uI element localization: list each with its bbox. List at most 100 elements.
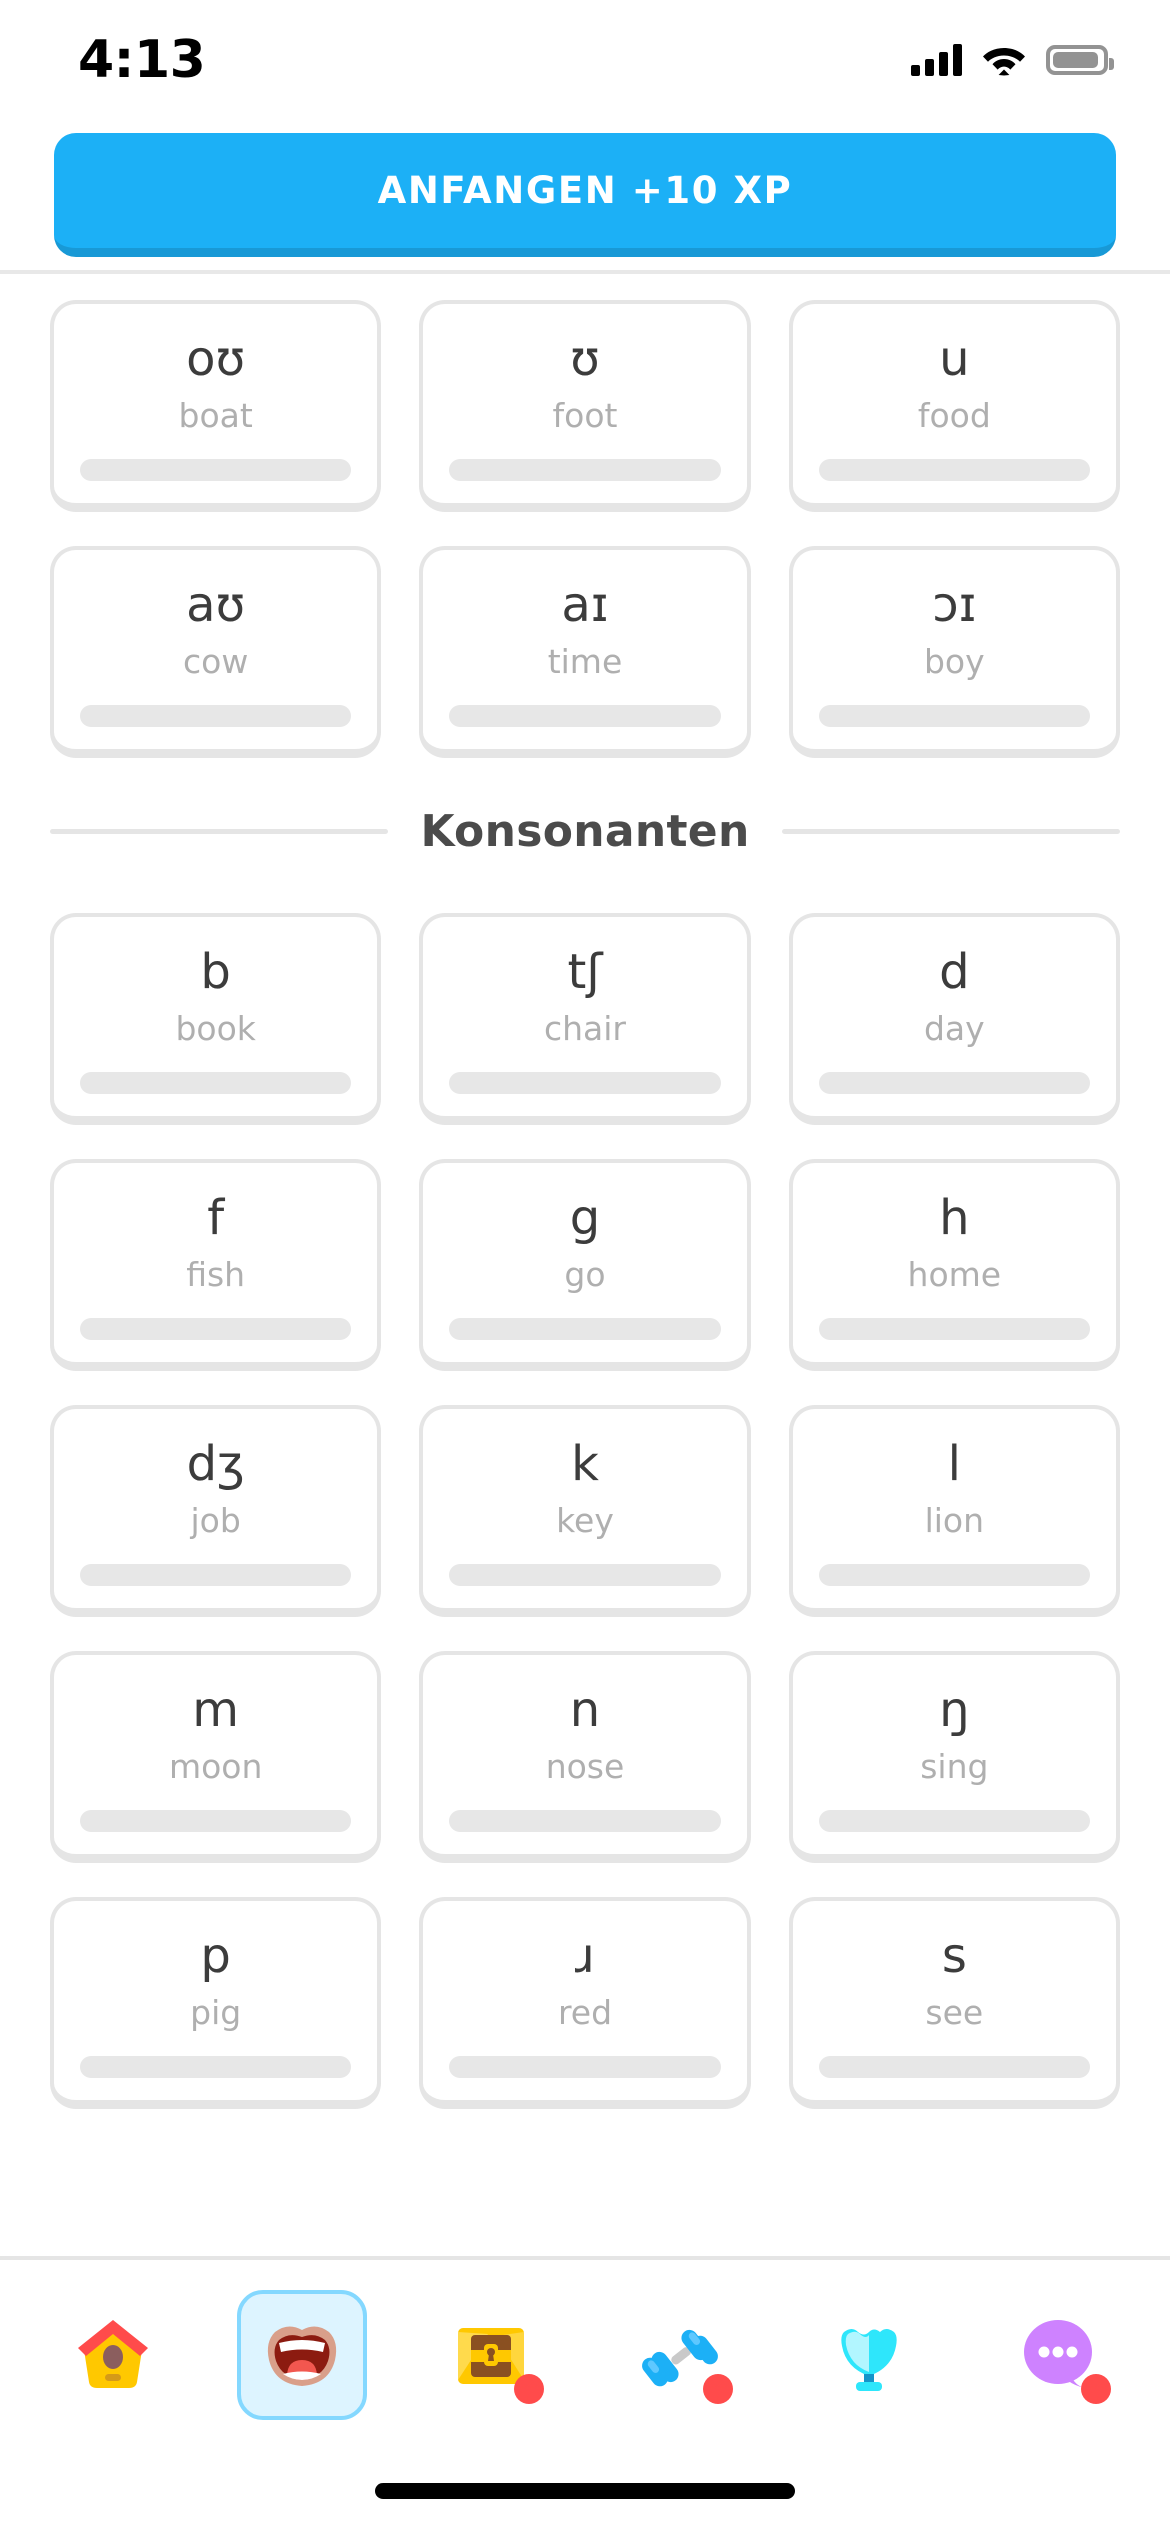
status-bar: 4:13 [0, 0, 1170, 120]
home-indicator-area [0, 2450, 1170, 2532]
phoneme-example-word: boy [923, 642, 985, 682]
phoneme-scroll-area[interactable]: oʊ boat ʊ foot u food aʊ cow aɪ time ɔɪ boy Konsona… [0, 270, 1170, 2260]
phoneme-card[interactable]: tʃ chair [419, 913, 751, 1125]
start-lesson-button[interactable]: ANFANGEN +10 XP [54, 133, 1116, 257]
tab-more-ellipsis[interactable] [993, 2290, 1123, 2420]
phoneme-progress-bar [818, 459, 1090, 481]
bottom-tab-bar [0, 2260, 1170, 2450]
phoneme-example-word: boat [178, 396, 253, 436]
phoneme-example-word: nose [545, 1747, 625, 1787]
phoneme-symbol: d [939, 944, 970, 1000]
phoneme-progress-bar [80, 2056, 352, 2078]
phoneme-card[interactable]: s see [788, 1897, 1120, 2109]
consonants-section-header: Konsonanten [50, 758, 1121, 887]
phoneme-card[interactable]: g go [419, 1159, 751, 1371]
phoneme-card[interactable]: m moon [50, 1651, 382, 1863]
tab-trophy[interactable] [804, 2290, 934, 2420]
cta-container: ANFANGEN +10 XP [0, 120, 1170, 270]
phoneme-symbol: m [192, 1682, 240, 1738]
phoneme-card[interactable]: n nose [419, 1651, 751, 1863]
phoneme-symbol: ɔɪ [932, 577, 977, 633]
tab-mouth[interactable] [236, 2290, 367, 2420]
phoneme-example-word: sing [920, 1747, 989, 1787]
phoneme-symbol: h [939, 1190, 970, 1246]
phoneme-card[interactable]: b book [50, 913, 382, 1125]
phoneme-example-word: home [907, 1255, 1002, 1295]
phoneme-progress-bar [818, 705, 1090, 727]
phoneme-card[interactable]: ɔɪ boy [788, 546, 1120, 758]
phoneme-example-word: day [923, 1009, 985, 1049]
phoneme-example-word: food [917, 396, 991, 436]
phoneme-example-word: red [557, 1993, 613, 2033]
phoneme-symbol: aʊ [186, 577, 246, 633]
divider-right [781, 829, 1121, 834]
phoneme-example-word: moon [168, 1747, 263, 1787]
phoneme-card[interactable]: aɪ time [419, 546, 751, 758]
phoneme-progress-bar [80, 1318, 352, 1340]
phoneme-card[interactable]: dʒ job [50, 1405, 382, 1617]
phoneme-progress-bar [80, 1810, 352, 1832]
phoneme-example-word: foot [552, 396, 618, 436]
phoneme-symbol: aɪ [561, 577, 609, 633]
phoneme-example-word: cow [183, 642, 249, 682]
phoneme-symbol: ŋ [939, 1682, 970, 1738]
phoneme-example-word: key [556, 1501, 614, 1541]
phoneme-progress-bar [818, 1564, 1090, 1586]
home-birdhouse-icon [70, 2312, 156, 2398]
phoneme-progress-bar [80, 1564, 352, 1586]
phoneme-card[interactable]: d day [788, 913, 1120, 1125]
tab-treasure-chest[interactable] [426, 2290, 556, 2420]
phoneme-symbol: tʃ [567, 944, 603, 1000]
phoneme-symbol: k [571, 1436, 599, 1492]
phoneme-card[interactable]: u food [788, 300, 1120, 512]
phoneme-symbol: ʊ [570, 331, 600, 387]
phoneme-example-word: job [190, 1501, 241, 1541]
phoneme-progress-bar [818, 1318, 1090, 1340]
cellular-signal-icon [911, 44, 962, 76]
phoneme-progress-bar [80, 705, 352, 727]
phoneme-card[interactable]: l lion [788, 1405, 1120, 1617]
phoneme-symbol: l [947, 1436, 961, 1492]
phoneme-card[interactable]: ŋ sing [788, 1651, 1120, 1863]
phoneme-card[interactable]: aʊ cow [50, 546, 382, 758]
battery-icon [1046, 45, 1114, 75]
phoneme-progress-bar [449, 705, 721, 727]
phoneme-progress-bar [818, 1810, 1090, 1832]
phoneme-symbol: g [569, 1190, 601, 1246]
tab-home-birdhouse[interactable] [48, 2290, 178, 2420]
wifi-icon [982, 44, 1026, 76]
phoneme-progress-bar [449, 1318, 721, 1340]
status-indicators [911, 44, 1114, 76]
app-screen: 4:13 ANFANGEN +10 XP oʊ boat ʊ foot u food aʊ c… [0, 0, 1170, 2532]
phoneme-symbol: dʒ [186, 1436, 245, 1492]
phoneme-example-word: lion [924, 1501, 985, 1541]
phoneme-example-word: see [925, 1993, 984, 2033]
phoneme-example-word: fish [186, 1255, 246, 1295]
phoneme-card[interactable]: ʊ foot [419, 300, 751, 512]
phoneme-progress-bar [449, 459, 721, 481]
phoneme-progress-bar [818, 2056, 1090, 2078]
vowel-card-grid: oʊ boat ʊ foot u food aʊ cow aɪ time ɔɪ boy [50, 274, 1120, 758]
phoneme-progress-bar [818, 1072, 1090, 1094]
phoneme-progress-bar [449, 1564, 721, 1586]
section-title: Konsonanten [420, 806, 750, 857]
phoneme-card[interactable]: ɹ red [419, 1897, 751, 2109]
home-indicator[interactable] [375, 2483, 795, 2499]
phoneme-progress-bar [80, 1072, 352, 1094]
phoneme-example-word: go [564, 1255, 606, 1295]
phoneme-card[interactable]: k key [419, 1405, 751, 1617]
phoneme-symbol: f [207, 1190, 225, 1246]
phoneme-progress-bar [80, 459, 352, 481]
phoneme-example-word: time [547, 642, 623, 682]
phoneme-card[interactable]: f fish [50, 1159, 382, 1371]
phoneme-card[interactable]: p pig [50, 1897, 382, 2109]
phoneme-example-word: pig [190, 1993, 242, 2033]
phoneme-symbol: b [200, 944, 231, 1000]
trophy-icon [826, 2312, 912, 2398]
notification-badge [1080, 2374, 1111, 2404]
phoneme-example-word: book [175, 1009, 256, 1049]
phoneme-example-word: chair [543, 1009, 626, 1049]
tab-dumbbell[interactable] [615, 2290, 745, 2420]
phoneme-card[interactable]: oʊ boat [50, 300, 382, 512]
phoneme-card[interactable]: h home [788, 1159, 1120, 1371]
